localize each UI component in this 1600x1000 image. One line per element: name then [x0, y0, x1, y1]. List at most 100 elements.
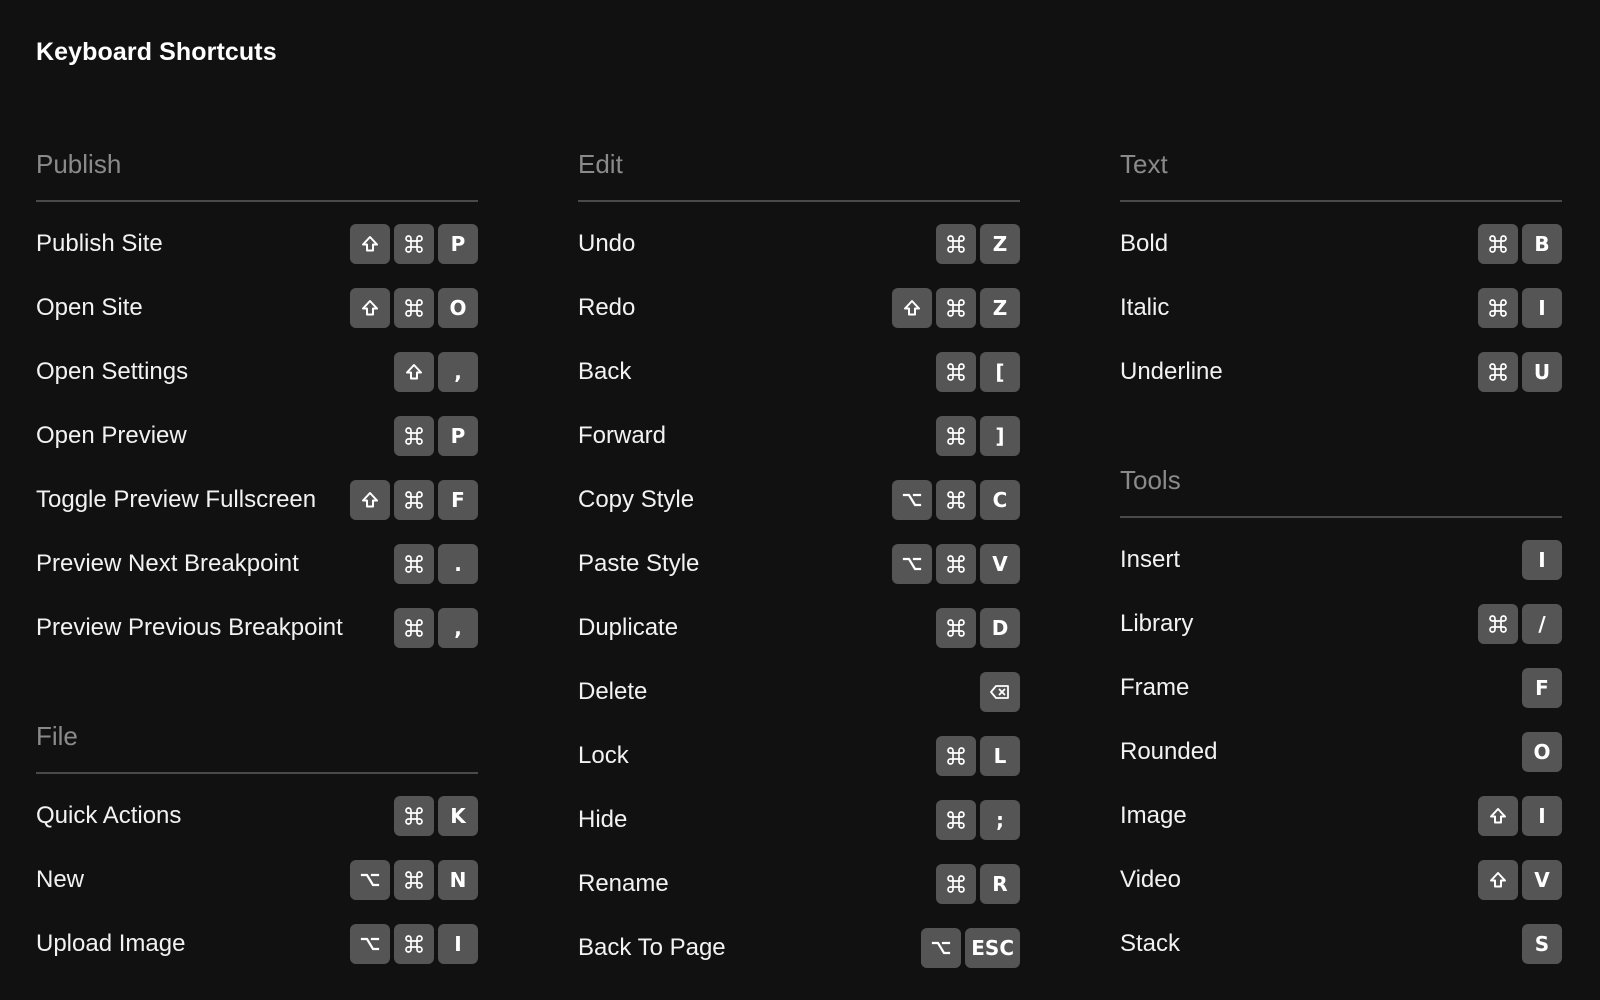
command-key-icon	[936, 288, 976, 328]
shortcut-list: Bold B Italic I Underline U	[1120, 202, 1562, 416]
section-tools: Tools Insert I Library / Frame F Rounded O Image I…	[1120, 462, 1562, 988]
key-cap: O	[1522, 732, 1562, 772]
shortcut-label: Hide	[578, 806, 628, 833]
shift-key-icon	[362, 300, 378, 316]
command-key-icon	[394, 796, 434, 836]
key-combo: I	[1478, 796, 1562, 836]
shortcut-label: Open Site	[36, 294, 143, 321]
command-key-icon	[936, 608, 976, 648]
shift-key-icon	[350, 480, 390, 520]
command-key-icon	[936, 800, 976, 840]
option-key-icon	[921, 928, 962, 968]
key-cap: ,	[438, 352, 478, 392]
shortcut-list: Insert I Library / Frame F Rounded O Image I Video…	[1120, 518, 1562, 988]
key-combo: .	[394, 544, 478, 584]
key-cap: R	[980, 864, 1020, 904]
key-combo: Z	[892, 288, 1020, 328]
command-key-icon	[1478, 352, 1518, 392]
command-key-icon	[405, 935, 423, 953]
command-key-icon	[936, 736, 976, 776]
command-key-icon	[1478, 288, 1518, 328]
section-header: Publish	[36, 146, 478, 202]
shortcut-row-hide: Hide;	[578, 800, 1020, 864]
key-cap: I	[1522, 540, 1562, 580]
key-combo: P	[394, 416, 478, 456]
shortcut-label: Frame	[1120, 674, 1190, 701]
shift-key-icon	[1478, 860, 1518, 900]
command-key-icon	[394, 544, 434, 584]
shortcut-row-open-settings: Open Settings,	[36, 352, 478, 416]
shortcut-row-open-site: Open Site O	[36, 288, 478, 352]
shortcut-label: Publish Site	[36, 230, 163, 257]
shortcut-row-italic: Italic I	[1120, 288, 1562, 352]
shortcut-label: Toggle Preview Fullscreen	[36, 486, 317, 513]
shortcut-row-rename: Rename R	[578, 864, 1020, 928]
command-key-icon	[1489, 363, 1507, 381]
key-combo: /	[1478, 604, 1562, 644]
command-key-icon	[947, 875, 965, 893]
shortcut-list: Quick Actions K New N Upload Image I	[36, 774, 478, 988]
delete-key-icon	[990, 685, 1009, 699]
key-cap: D	[980, 608, 1020, 648]
shortcut-label: New	[36, 866, 85, 893]
shortcut-label: Underline	[1120, 358, 1223, 385]
command-key-icon	[947, 747, 965, 765]
key-cap: I	[438, 924, 478, 964]
command-key-icon	[405, 427, 423, 445]
key-cap: I	[1522, 796, 1562, 836]
key-combo: O	[350, 288, 478, 328]
command-key-icon	[405, 299, 423, 317]
shift-key-icon	[1490, 872, 1506, 888]
shift-key-icon	[362, 492, 378, 508]
shortcut-list: Undo Z Redo Z Back [Forward] Copy Style C Paste …	[578, 202, 1020, 992]
command-key-icon	[394, 416, 434, 456]
shortcut-label: Upload Image	[36, 930, 186, 957]
option-key-icon	[902, 493, 922, 507]
shortcut-row-new: New N	[36, 860, 478, 924]
command-key-icon	[1489, 235, 1507, 253]
command-key-icon	[947, 299, 965, 317]
command-key-icon	[947, 235, 965, 253]
shortcut-label: Quick Actions	[36, 802, 182, 829]
shortcut-row-underline: Underline U	[1120, 352, 1562, 416]
command-key-icon	[936, 544, 976, 584]
key-combo: I	[350, 924, 478, 964]
key-cap: ;	[980, 800, 1020, 840]
key-cap: O	[438, 288, 478, 328]
shortcut-label: Copy Style	[578, 486, 695, 513]
command-key-icon	[1489, 299, 1507, 317]
shortcut-row-insert: Insert I	[1120, 540, 1562, 604]
command-key-icon	[936, 480, 976, 520]
shift-key-icon	[406, 364, 422, 380]
section-header: Edit	[578, 146, 1020, 202]
shortcut-label: Lock	[578, 742, 629, 769]
shortcut-label: Paste Style	[578, 550, 700, 577]
shortcut-label: Back	[578, 358, 632, 385]
key-cap: F	[438, 480, 478, 520]
option-key-icon	[360, 937, 380, 951]
shortcut-list: Publish Site P Open Site O Open Settings, Ope…	[36, 202, 478, 672]
shortcut-row-paste-style: Paste Style V	[578, 544, 1020, 608]
key-cap: Z	[980, 288, 1020, 328]
shortcut-label: Rounded	[1120, 738, 1218, 765]
option-key-icon	[350, 860, 390, 900]
key-combo: [	[936, 352, 1020, 392]
key-combo: ,	[394, 608, 478, 648]
shortcut-label: Rename	[578, 870, 669, 897]
key-cap: P	[438, 416, 478, 456]
command-key-icon	[405, 491, 423, 509]
shortcut-row-publish-site: Publish Site P	[36, 224, 478, 288]
shortcut-label: Back To Page	[578, 934, 726, 961]
key-cap: U	[1522, 352, 1562, 392]
option-key-icon	[932, 941, 951, 955]
key-cap: /	[1522, 604, 1562, 644]
key-cap: V	[980, 544, 1020, 584]
shift-key-icon	[350, 224, 390, 264]
key-combo: Z	[936, 224, 1020, 264]
shortcut-row-lock: Lock L	[578, 736, 1020, 800]
command-key-icon	[405, 871, 423, 889]
command-key-icon	[405, 619, 423, 637]
command-key-icon	[947, 427, 965, 445]
command-key-icon	[936, 864, 976, 904]
option-key-icon	[350, 924, 390, 964]
